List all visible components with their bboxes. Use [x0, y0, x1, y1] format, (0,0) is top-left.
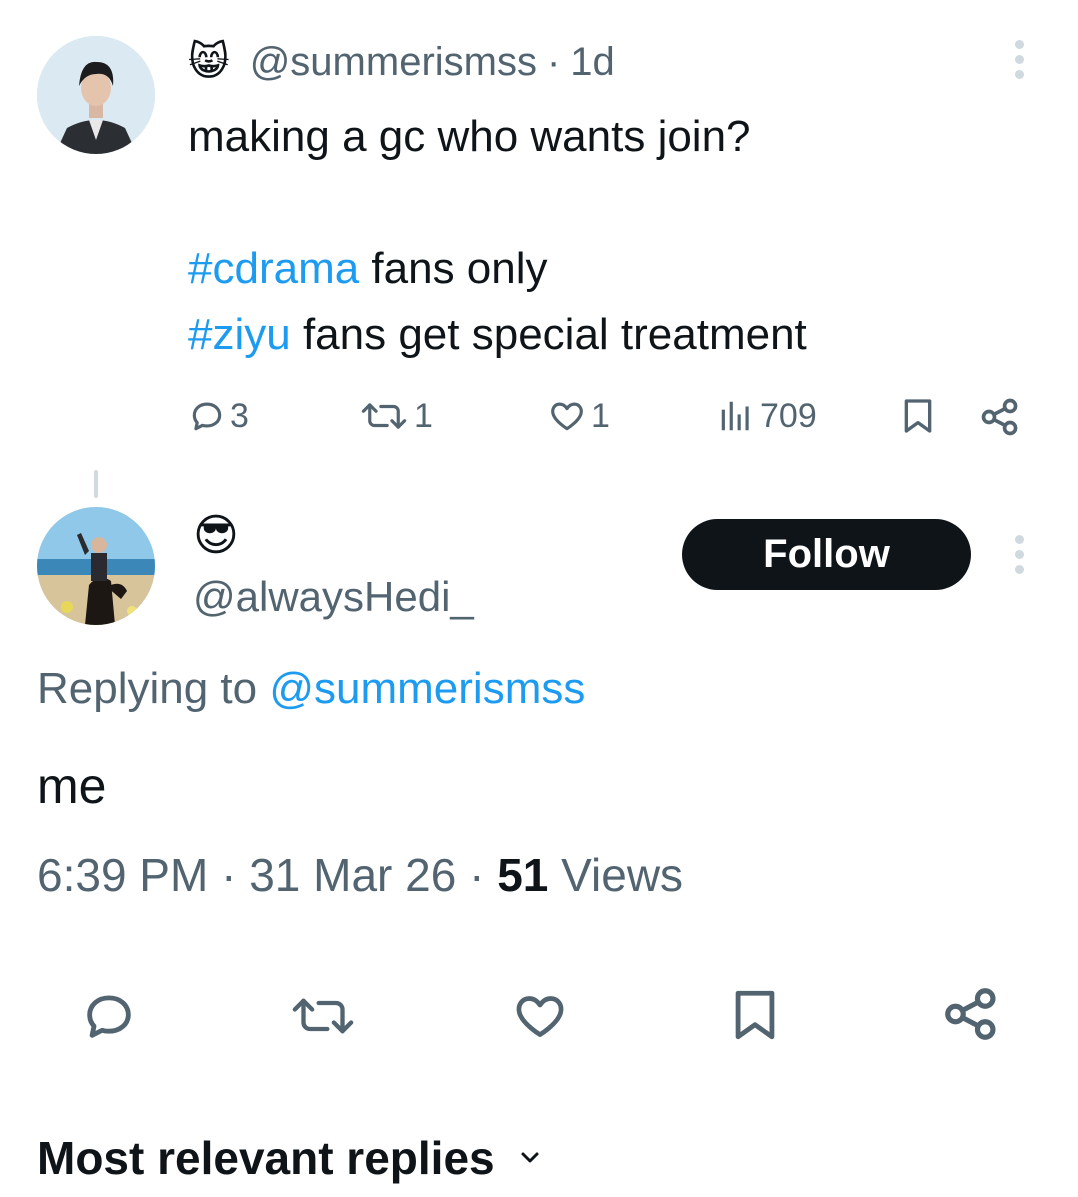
replies-sort-dropdown[interactable]: Most relevant replies [37, 1128, 545, 1188]
repost-action-icon[interactable] [288, 990, 358, 1042]
bookmark-action-icon[interactable] [726, 985, 784, 1045]
reply-time: 6:39 PM [37, 849, 209, 901]
hashtag-cdrama[interactable]: #cdrama [188, 244, 359, 293]
parent-handle[interactable]: @summerismss [250, 40, 537, 85]
share-icon[interactable] [978, 395, 1022, 439]
reply-handle[interactable]: @alwaysHedi_ [193, 570, 474, 624]
repost-icon [358, 397, 410, 435]
follow-button[interactable]: Follow [682, 519, 971, 590]
replying-to: Replying to @summerismss [37, 664, 586, 713]
reply-avatar[interactable] [37, 507, 155, 625]
emoji-grinning-cat: 😸 [188, 40, 230, 84]
replying-to-handle[interactable]: @summerismss [269, 664, 585, 713]
parent-tweet-text: making a gc who wants join? #cdrama fans… [188, 104, 807, 368]
views-icon [716, 397, 756, 435]
reply-icon [188, 397, 226, 435]
reply-date: 31 Mar 26 [249, 849, 457, 901]
reply-metadata: 6:39 PM · 31 Mar 26 · 51 Views [37, 849, 684, 901]
bookmark-icon[interactable] [898, 395, 938, 437]
parent-timestamp[interactable]: 1d [570, 40, 615, 85]
reply-text: me [37, 758, 107, 814]
views-count: 709 [760, 396, 817, 435]
parent-repost-button[interactable]: 1 [358, 395, 433, 437]
repost-count: 1 [414, 396, 433, 435]
heart-icon [547, 397, 587, 435]
follow-label: Follow [763, 532, 890, 576]
thread-connector [94, 470, 98, 498]
share-action-icon[interactable] [940, 983, 1002, 1045]
reply-count: 3 [230, 396, 249, 435]
parent-views-button[interactable]: 709 [716, 395, 817, 437]
parent-header: 😸 @summerismss · 1d [188, 36, 615, 88]
like-count: 1 [591, 396, 610, 435]
replies-sort-label: Most relevant replies [37, 1132, 495, 1184]
reply-views[interactable]: 51 Views [497, 849, 683, 901]
views-number: 51 [497, 849, 549, 901]
emoji-sunglasses: 😎 [193, 511, 239, 560]
tweet-line-3: #ziyu fans get special treatment [188, 310, 807, 359]
tweet-line-2: #cdrama fans only [188, 244, 548, 293]
hashtag-ziyu[interactable]: #ziyu [188, 310, 291, 359]
like-action-icon[interactable] [510, 988, 570, 1044]
parent-more-icon[interactable] [1014, 40, 1024, 79]
header-separator: · [546, 39, 561, 84]
reply-more-icon[interactable] [1014, 535, 1024, 574]
parent-like-button[interactable]: 1 [547, 395, 610, 437]
parent-reply-button[interactable]: 3 [188, 395, 249, 437]
reply-action-icon[interactable] [80, 987, 138, 1045]
tweet-line-1: making a gc who wants join? [188, 112, 751, 161]
parent-avatar[interactable] [37, 36, 155, 154]
chevron-down-icon [515, 1146, 545, 1170]
